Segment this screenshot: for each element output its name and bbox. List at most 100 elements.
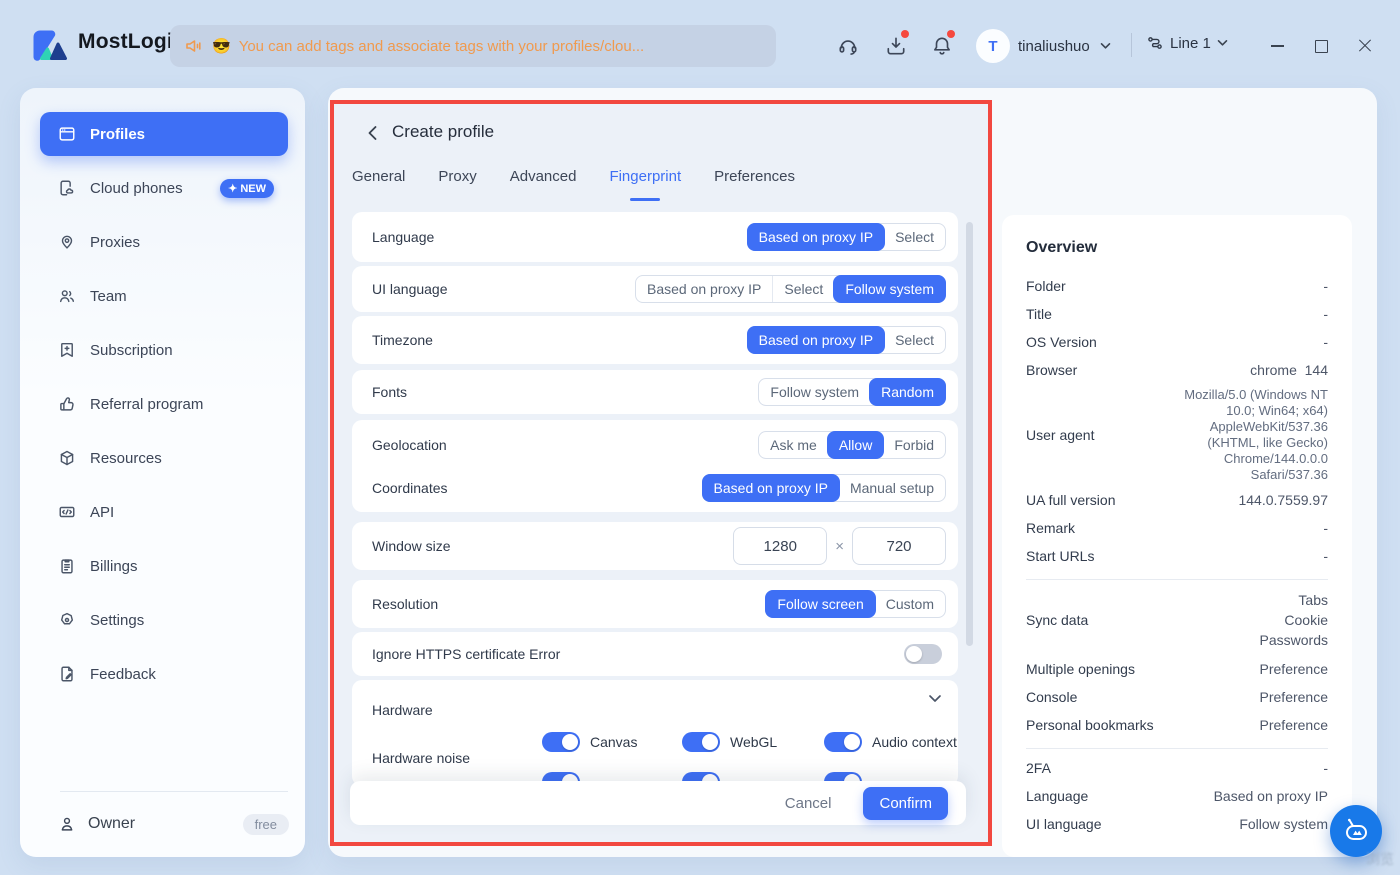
row-window-size: Window size ×	[352, 522, 958, 570]
hardware-noise-audio-context: Audio context	[824, 732, 957, 752]
feedback-document-icon	[58, 665, 76, 683]
maximize-button[interactable]	[1310, 36, 1332, 56]
row-coordinates: Coordinates Based on proxy IP Manual set…	[352, 465, 958, 511]
ignore-https-toggle[interactable]	[904, 644, 942, 664]
username-label: tinaliushuo	[1018, 38, 1090, 55]
browser-window-icon	[58, 125, 76, 143]
announcement-banner[interactable]: 😎 You can add tags and associate tags wi…	[170, 25, 776, 67]
row-ignore-https: Ignore HTTPS certificate Error	[352, 632, 958, 676]
sidebar-item-subscription[interactable]: Subscription	[40, 328, 288, 372]
overview-title: Overview	[1026, 239, 1328, 257]
overview-row-console: Console Preference	[1026, 688, 1328, 706]
hardware-noise-canvas: Canvas	[542, 732, 637, 752]
speaker-icon	[184, 36, 204, 56]
ui-language-select[interactable]: Select	[772, 276, 834, 302]
tab-bar: General Proxy Advanced Fingerprint Prefe…	[352, 168, 795, 195]
sidebar-item-feedback[interactable]: Feedback	[40, 652, 288, 696]
overview-row-folder: Folder -	[1026, 277, 1328, 295]
overview-row-start-urls: Start URLs -	[1026, 547, 1328, 565]
hardware-noise-webgl: WebGL	[682, 732, 777, 752]
support-headset-button[interactable]	[834, 32, 862, 60]
tab-proxy[interactable]: Proxy	[438, 168, 476, 195]
download-button[interactable]	[882, 32, 910, 60]
row-hardware: Hardware Hardware noise Canvas WebGL Aud…	[352, 680, 958, 786]
sidebar-item-api[interactable]: API	[40, 490, 288, 534]
sidebar-item-resources[interactable]: Resources	[40, 436, 288, 480]
overview-row-remark: Remark -	[1026, 519, 1328, 537]
tab-preferences[interactable]: Preferences	[714, 168, 795, 195]
webgl-toggle[interactable]	[682, 732, 720, 752]
ui-language-follow-system[interactable]: Follow system	[833, 275, 946, 303]
coordinates-segmented-control: Based on proxy IP Manual setup	[702, 474, 946, 502]
cancel-button[interactable]: Cancel	[779, 794, 838, 813]
timezone-based-on-proxy-ip[interactable]: Based on proxy IP	[747, 326, 885, 354]
gear-icon	[58, 611, 76, 629]
bookmark-plus-icon	[58, 341, 76, 359]
timezone-segmented-control: Based on proxy IP Select	[747, 326, 946, 354]
emoji-icon: 😎	[212, 37, 231, 55]
cloud-phone-icon	[58, 179, 76, 197]
fonts-random[interactable]: Random	[869, 378, 946, 406]
overview-row-ui-language: UI language Follow system	[1026, 815, 1328, 833]
canvas-toggle[interactable]	[542, 732, 580, 752]
thumbs-up-icon	[58, 395, 76, 413]
minimize-button[interactable]	[1266, 36, 1288, 56]
window-height-input[interactable]	[852, 527, 946, 565]
location-pin-icon	[58, 233, 76, 251]
confirm-button[interactable]: Confirm	[863, 787, 948, 820]
resolution-custom[interactable]: Custom	[875, 591, 945, 617]
tab-advanced[interactable]: Advanced	[510, 168, 577, 195]
modal-footer: Cancel Confirm	[350, 781, 966, 825]
line-selector-label: Line 1	[1170, 35, 1211, 52]
sidebar-item-billings[interactable]: Billings	[40, 544, 288, 588]
geolocation-allow[interactable]: Allow	[827, 431, 884, 459]
back-button[interactable]	[362, 123, 382, 143]
sidebar-item-cloud-phones[interactable]: Cloud phones ✦ NEW	[40, 166, 288, 210]
overview-row-os-version: OS Version -	[1026, 333, 1328, 351]
tab-fingerprint[interactable]: Fingerprint	[609, 168, 681, 195]
user-menu-chevron-down-icon[interactable]	[1100, 42, 1111, 50]
line-selector[interactable]: Line 1	[1146, 34, 1228, 52]
row-resolution: Resolution Follow screen Custom	[352, 580, 958, 628]
header-divider	[1131, 33, 1132, 57]
notifications-bell-button[interactable]	[928, 32, 956, 60]
geolocation-ask-me[interactable]: Ask me	[759, 432, 828, 458]
tab-general[interactable]: General	[352, 168, 405, 195]
team-people-icon	[58, 287, 76, 305]
sidebar-item-settings[interactable]: Settings	[40, 598, 288, 642]
audio-context-toggle[interactable]	[824, 732, 862, 752]
coordinates-based-on-proxy-ip[interactable]: Based on proxy IP	[702, 474, 840, 502]
line-chevron-down-icon	[1217, 39, 1228, 47]
row-ui-language: UI language Based on proxy IP Select Fol…	[352, 266, 958, 312]
sidebar-item-proxies[interactable]: Proxies	[40, 220, 288, 264]
fonts-follow-system[interactable]: Follow system	[759, 379, 870, 405]
coordinates-manual-setup[interactable]: Manual setup	[839, 475, 945, 501]
row-geolocation: Geolocation Ask me Allow Forbid	[352, 422, 958, 468]
multiply-separator: ×	[835, 538, 844, 555]
sidebar: Profiles Cloud phones ✦ NEW Proxies Team	[20, 88, 305, 857]
owner-row[interactable]: Owner free	[58, 804, 289, 844]
language-select[interactable]: Select	[884, 224, 945, 250]
language-based-on-proxy-ip[interactable]: Based on proxy IP	[747, 223, 885, 251]
api-code-window-icon	[58, 503, 76, 521]
app-window: MostLogin 😎 You can add tags and associa…	[0, 0, 1400, 875]
ui-language-based-on-proxy-ip[interactable]: Based on proxy IP	[636, 276, 772, 302]
resolution-follow-screen[interactable]: Follow screen	[765, 590, 875, 618]
sidebar-item-profiles[interactable]: Profiles	[40, 112, 288, 156]
sidebar-divider	[60, 791, 288, 792]
announcement-text: You can add tags and associate tags with…	[239, 38, 645, 55]
overview-row-ua-full-version: UA full version 144.0.7559.97	[1026, 491, 1328, 509]
form-scrollbar-thumb[interactable]	[966, 222, 973, 646]
sidebar-item-referral-program[interactable]: Referral program	[40, 382, 288, 426]
geolocation-forbid[interactable]: Forbid	[883, 432, 945, 458]
close-button[interactable]	[1354, 36, 1376, 56]
window-width-input[interactable]	[733, 527, 827, 565]
download-notification-dot	[901, 30, 909, 38]
timezone-select[interactable]: Select	[884, 327, 945, 353]
new-badge: ✦ NEW	[220, 179, 274, 198]
overview-row-2fa: 2FA -	[1026, 759, 1328, 777]
user-avatar[interactable]: T	[976, 29, 1010, 63]
robot-icon	[1340, 815, 1372, 847]
hardware-collapse-chevron-down-icon[interactable]	[928, 694, 942, 703]
sidebar-item-team[interactable]: Team	[40, 274, 288, 318]
